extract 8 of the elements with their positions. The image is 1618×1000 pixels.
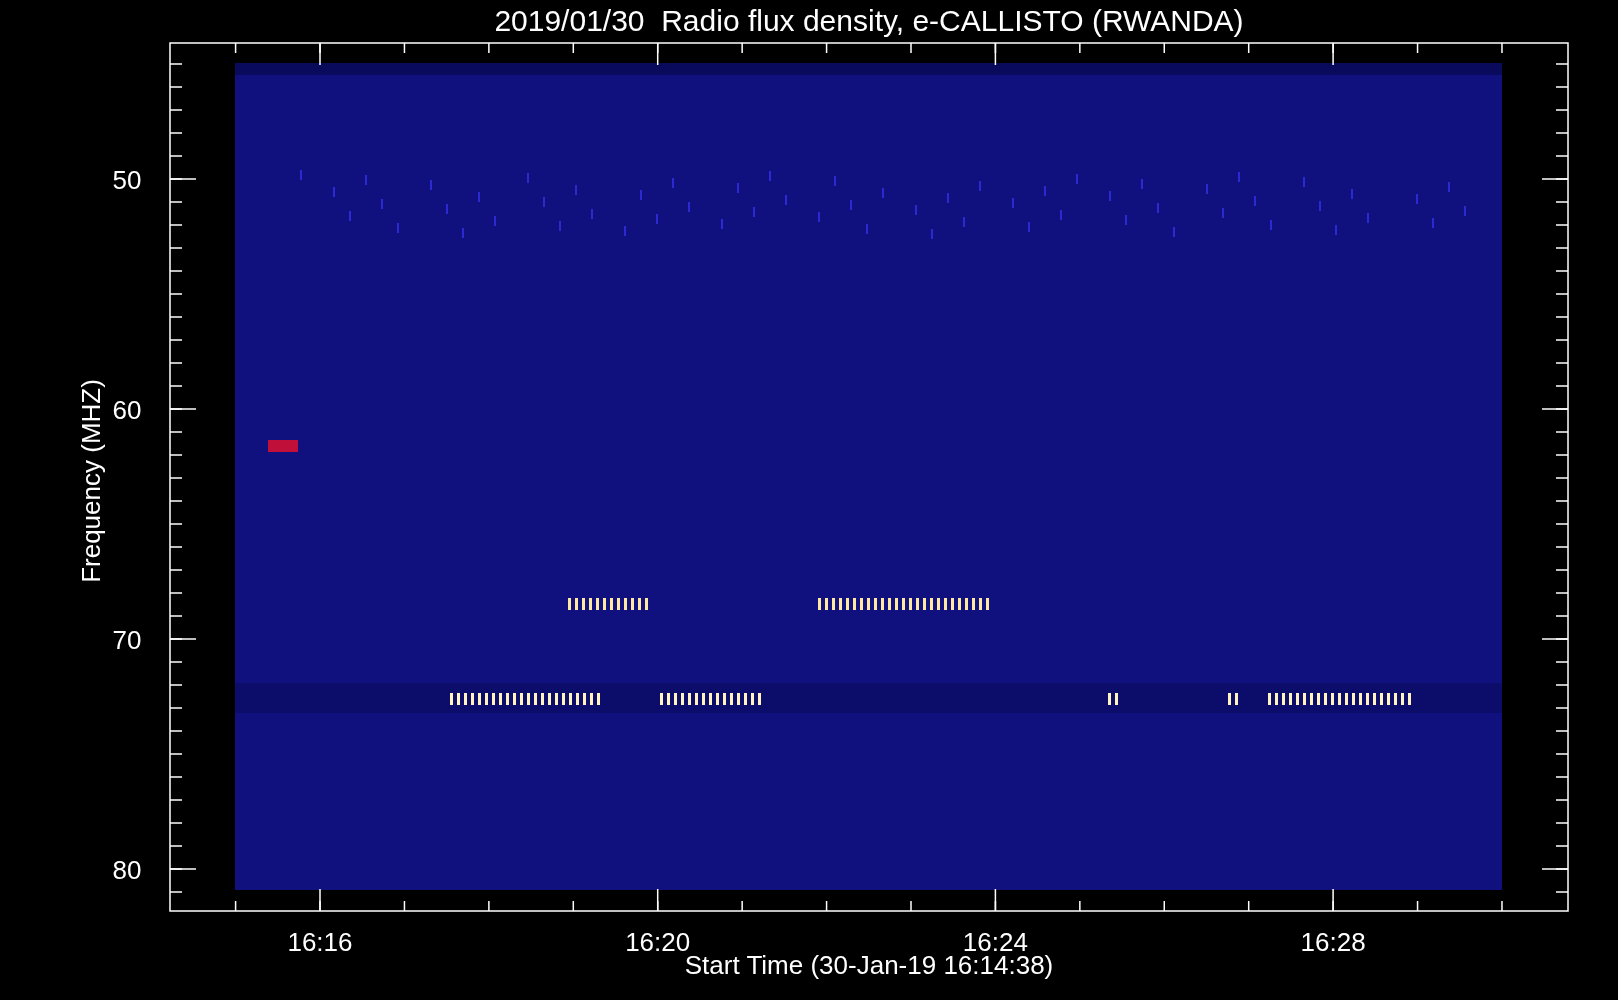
y-tick-label: 70 <box>112 625 142 655</box>
chart-title: 2019/01/30 Radio flux density, e-CALLISTO (RWANDA) <box>494 4 1244 37</box>
x-tick-label: 16:16 <box>287 927 353 957</box>
x-tick-label: 16:28 <box>1300 927 1366 957</box>
y-tick-label: 50 <box>112 165 142 195</box>
y-tick-label: 60 <box>112 395 142 425</box>
y-axis-label: Frequency (MHZ) <box>76 379 106 583</box>
y-tick-label: 80 <box>112 855 142 885</box>
